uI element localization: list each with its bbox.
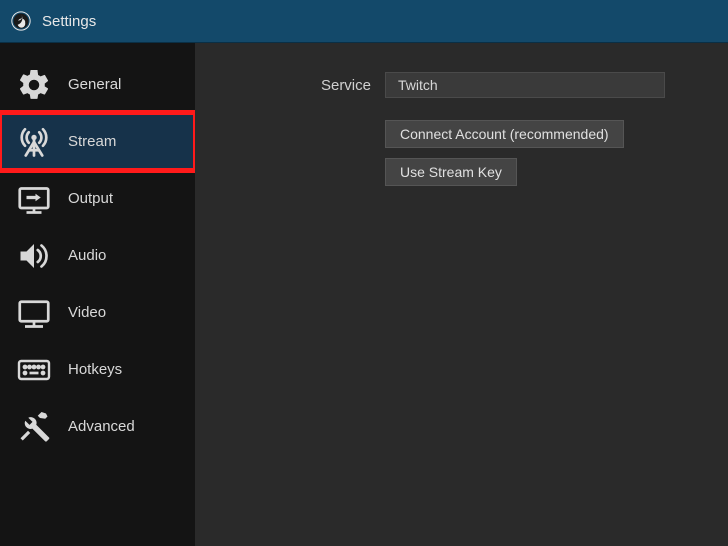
service-select[interactable]: Twitch bbox=[385, 72, 665, 98]
sidebar-item-label: Video bbox=[68, 304, 106, 321]
service-row: Service Twitch bbox=[255, 72, 728, 98]
use-stream-key-button[interactable]: Use Stream Key bbox=[385, 158, 517, 186]
sidebar-item-label: Hotkeys bbox=[68, 361, 122, 378]
connect-account-button[interactable]: Connect Account (recommended) bbox=[385, 120, 624, 148]
sidebar-item-label: Advanced bbox=[68, 418, 135, 435]
output-icon bbox=[14, 179, 54, 219]
keyboard-icon bbox=[14, 350, 54, 390]
sidebar-item-hotkeys[interactable]: Hotkeys bbox=[0, 341, 195, 398]
antenna-icon bbox=[14, 122, 54, 162]
obs-app-icon bbox=[10, 10, 32, 32]
sidebar-item-label: Stream bbox=[68, 133, 116, 150]
tools-icon bbox=[14, 407, 54, 447]
sidebar-item-label: General bbox=[68, 76, 121, 93]
monitor-icon bbox=[14, 293, 54, 333]
sidebar-item-stream[interactable]: Stream bbox=[0, 113, 195, 170]
sidebar-item-video[interactable]: Video bbox=[0, 284, 195, 341]
sidebar-item-audio[interactable]: Audio bbox=[0, 227, 195, 284]
gear-icon bbox=[14, 65, 54, 105]
main-panel: Service Twitch Connect Account (recommen… bbox=[195, 43, 728, 546]
service-label: Service bbox=[255, 77, 371, 94]
titlebar: Settings bbox=[0, 0, 728, 43]
sidebar: General Stream bbox=[0, 43, 195, 546]
speaker-icon bbox=[14, 236, 54, 276]
service-value: Twitch bbox=[398, 77, 438, 93]
sidebar-item-output[interactable]: Output bbox=[0, 170, 195, 227]
stream-buttons: Connect Account (recommended) Use Stream… bbox=[385, 120, 728, 186]
sidebar-item-label: Audio bbox=[68, 247, 106, 264]
body: General Stream bbox=[0, 43, 728, 546]
window-title: Settings bbox=[42, 13, 96, 30]
sidebar-item-general[interactable]: General bbox=[0, 56, 195, 113]
sidebar-item-advanced[interactable]: Advanced bbox=[0, 398, 195, 455]
sidebar-item-label: Output bbox=[68, 190, 113, 207]
